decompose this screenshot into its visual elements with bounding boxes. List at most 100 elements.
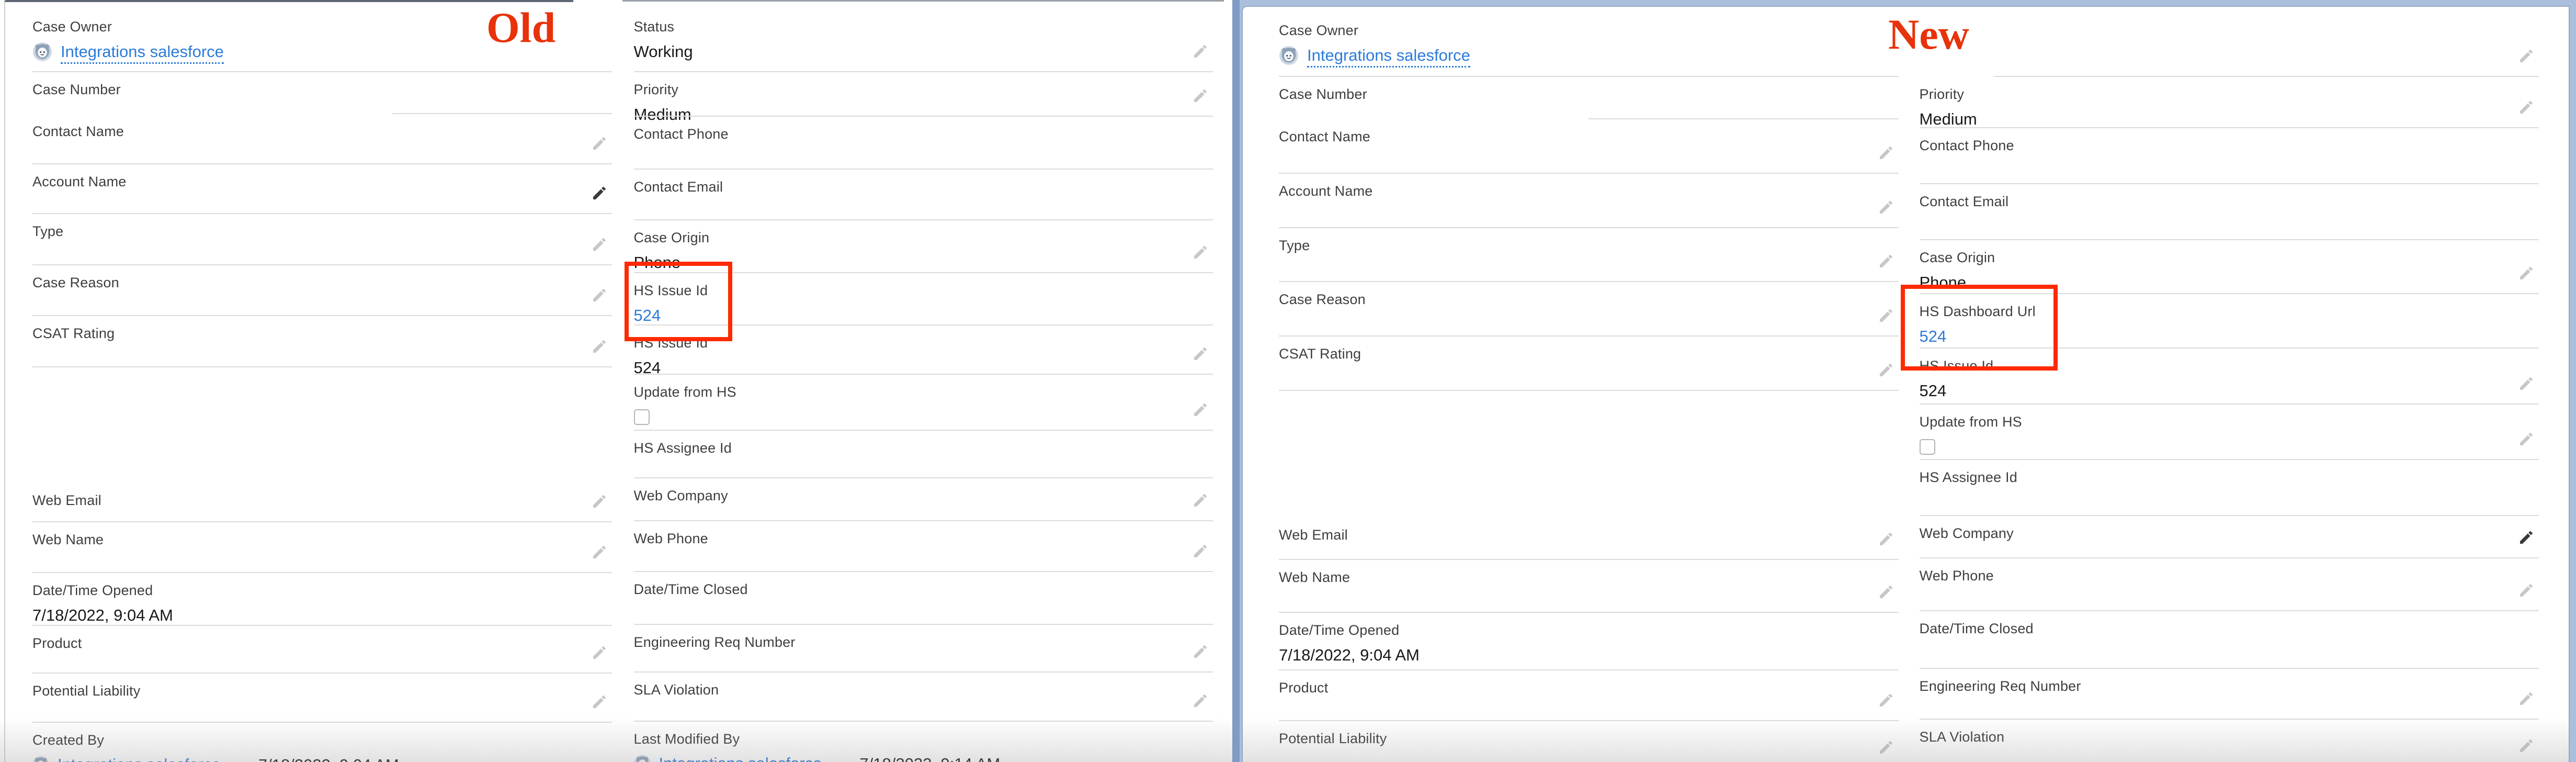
field-row-contact-phone: Contact Phone (634, 117, 1213, 170)
field-row-case-origin: Case OriginPhone (634, 220, 1213, 273)
old-case-detail-panel: Old Case OwnerIntegrations salesforceCas… (0, 0, 1232, 762)
case-owner-value-line: Integrations salesforce (32, 42, 612, 64)
edit-pencil-icon[interactable] (1192, 543, 1209, 559)
field-value-status: Working (634, 42, 1213, 62)
field-row-date-time-closed: Date/Time Closed (1920, 611, 2539, 669)
field-label-update-from-hs: Update from HS (634, 383, 1213, 401)
field-row-engineering-req-number: Engineering Req Number (1920, 669, 2539, 720)
field-label-type: Type (32, 222, 612, 240)
field-row-hs-issue-id: HS Issue Id524 (634, 326, 1213, 375)
new-field-column-right: Priority MediumContact Phone Contact Email… (1920, 7, 2539, 762)
edit-pencil-icon[interactable] (1192, 345, 1209, 362)
update-from-hs-checkbox[interactable] (1920, 439, 1935, 455)
field-row-contact-phone: Contact Phone (1920, 128, 2539, 184)
field-value-priority: Medium (1920, 109, 2539, 129)
edit-pencil-icon[interactable] (1878, 692, 1894, 709)
case-owner-user-link[interactable]: Integrations salesforce (61, 42, 224, 64)
edit-pencil-icon[interactable] (591, 544, 608, 561)
field-row-account-name: Account Name (1279, 174, 1899, 228)
edit-pencil-icon[interactable] (1878, 253, 1894, 270)
field-label-product: Product (1279, 679, 1899, 697)
edit-pencil-icon[interactable] (1878, 362, 1894, 378)
astro-avatar-icon (32, 756, 49, 762)
new-field-column-left: Case OwnerIntegrations salesforceCase Nu… (1279, 7, 1899, 762)
edit-pencil-icon[interactable] (591, 338, 608, 355)
edit-pencil-icon[interactable] (1878, 584, 1894, 600)
last-modified-by-user-link[interactable]: Integrations salesforce (659, 754, 822, 762)
field-label-engineering-req-number: Engineering Req Number (634, 633, 1213, 651)
field-label-potential-liability: Potential Liability (32, 682, 612, 700)
edit-pencil-icon[interactable] (1192, 244, 1209, 261)
edit-pencil-icon[interactable] (1192, 401, 1209, 418)
edit-pencil-icon[interactable] (2518, 48, 2535, 64)
field-label-hs-assignee-id: HS Assignee Id (634, 439, 1213, 457)
field-value-case-origin: Phone (634, 253, 1213, 273)
field-row-priority: PriorityMedium (634, 72, 1213, 117)
field-label-case-number: Case Number (32, 81, 612, 98)
field-row-priority: Priority Medium (1920, 77, 2539, 128)
edit-pencil-icon[interactable] (2518, 265, 2535, 282)
field-row-account-name: Account Name (32, 164, 612, 214)
field-value-hs-issue-id: 524 (1920, 381, 2539, 401)
edit-pencil-icon[interactable] (1192, 692, 1209, 709)
field-row-case-number: Case Number (32, 72, 612, 114)
field-row-hs-assignee-id: HS Assignee Id (634, 431, 1213, 478)
field-label-web-company: Web Company (634, 487, 1213, 505)
field-row-product: Product (1279, 670, 1899, 721)
edit-pencil-icon[interactable] (1192, 43, 1209, 60)
field-label-case-owner: Case Owner (32, 18, 612, 36)
edit-pencil-icon[interactable] (2518, 99, 2535, 116)
edit-pencil-icon[interactable] (1192, 643, 1209, 660)
field-link-hs-issue-id-link[interactable]: 524 (634, 306, 661, 326)
edit-pencil-icon[interactable] (2518, 431, 2535, 447)
edit-pencil-icon[interactable] (591, 644, 608, 661)
edit-pencil-icon[interactable] (2518, 737, 2535, 754)
field-label-csat-rating: CSAT Rating (32, 324, 612, 342)
edit-pencil-icon[interactable] (1878, 144, 1894, 161)
edit-pencil-icon[interactable] (2518, 690, 2535, 707)
edit-pencil-icon[interactable] (591, 236, 608, 253)
field-row-date-time-opened: Date/Time Opened7/18/2022, 9:04 AM (32, 573, 612, 626)
edit-pencil-icon[interactable] (2518, 582, 2535, 599)
case-owner-user-link[interactable]: Integrations salesforce (1307, 46, 1470, 68)
field-row-product: Product (32, 626, 612, 674)
edit-pencil-icon[interactable] (591, 493, 608, 510)
last-modified-by-timestamp: 7/18/2022, 9:14 AM (859, 755, 1000, 762)
edit-pencil-icon[interactable] (591, 287, 608, 304)
edit-pencil-icon[interactable] (591, 693, 608, 710)
edit-pencil-icon[interactable] (1878, 307, 1894, 324)
field-label-last-modified-by: Last Modified By (634, 730, 1213, 748)
field-label-case-owner: Case Owner (1279, 21, 1899, 39)
edit-pencil-icon[interactable] (1192, 87, 1209, 104)
field-row-case-origin: Case OriginPhone (1920, 240, 2539, 294)
created-by-user-link[interactable]: Integrations salesforce (58, 755, 221, 762)
column-spacer (32, 367, 612, 483)
edit-pencil-icon[interactable] (591, 135, 608, 152)
edit-pencil-icon[interactable] (2518, 529, 2535, 546)
edit-pencil-icon[interactable] (1878, 199, 1894, 216)
edit-pencil-icon[interactable] (1192, 492, 1209, 509)
field-value-date-time-opened: 7/18/2022, 9:04 AM (32, 606, 612, 625)
field-label-contact-email: Contact Email (1920, 193, 2539, 210)
field-row-web-name: Web Name (32, 522, 612, 573)
new-case-detail-panel: New Case OwnerIntegrations salesforceCas… (1242, 6, 2570, 762)
edit-pencil-icon[interactable] (591, 185, 608, 201)
field-row-last-modified-by: Last Modified By Integrations salesforce 7… (634, 722, 1213, 762)
field-label-date-time-opened: Date/Time Opened (1279, 621, 1899, 639)
edit-pencil-icon[interactable] (2518, 375, 2535, 392)
update-from-hs-checkbox[interactable] (634, 409, 650, 425)
field-row-web-email: Web Email (32, 483, 612, 522)
last-modified-by-value-line: Integrations salesforce 7/18/2022, 9:14 A… (634, 754, 1213, 762)
field-label-date-time-closed: Date/Time Closed (634, 580, 1213, 598)
field-row-web-company: Web Company (634, 478, 1213, 521)
edit-pencil-icon[interactable] (1878, 739, 1894, 756)
field-row-contact-name: Contact Name (1279, 119, 1899, 174)
field-label-potential-liability: Potential Liability (1279, 730, 1899, 747)
field-label-hs-issue-id: HS Issue Id (634, 334, 1213, 352)
field-row-contact-email: Contact Email (1920, 184, 2539, 240)
field-link-hs-dashboard-url[interactable]: 524 (1920, 327, 1947, 346)
edit-pencil-icon[interactable] (1878, 531, 1894, 547)
field-row-contact-name: Contact Name (32, 114, 612, 164)
field-label-priority: Priority (1920, 85, 2539, 103)
field-row-date-time-closed: Date/Time Closed (634, 572, 1213, 625)
